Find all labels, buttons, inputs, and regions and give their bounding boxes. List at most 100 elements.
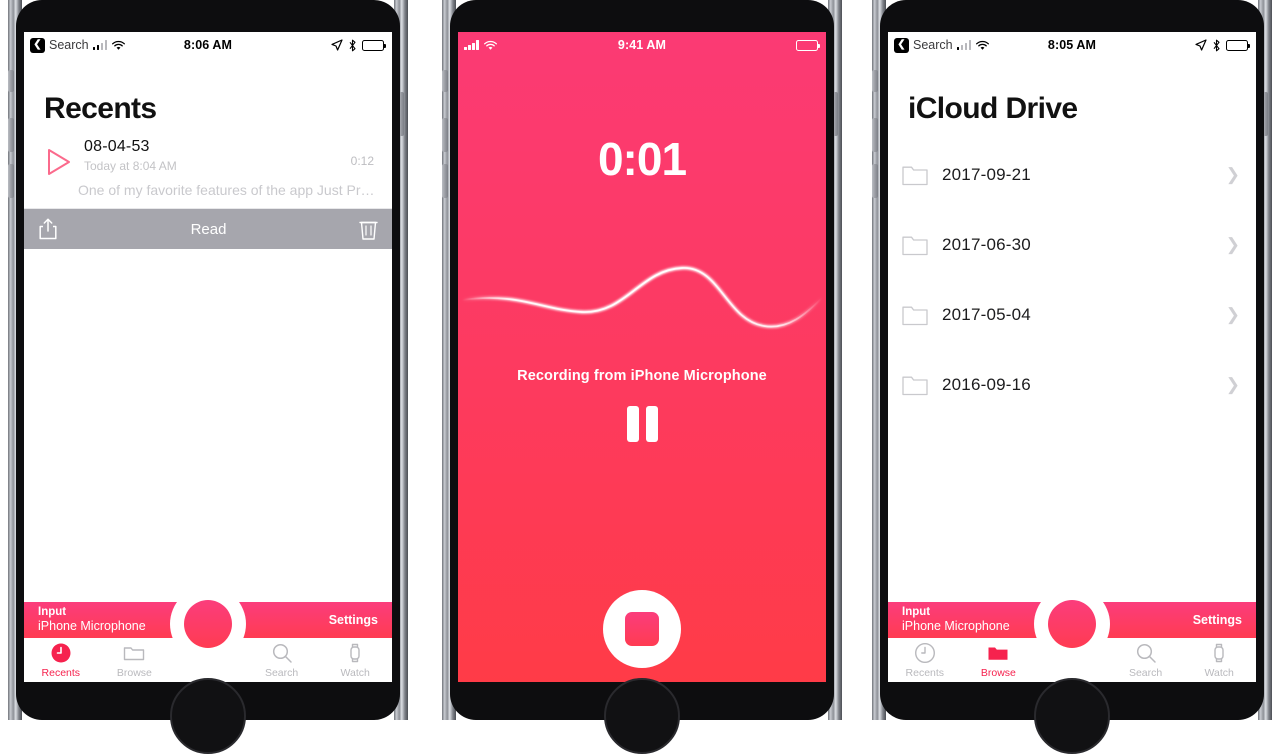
home-button[interactable] xyxy=(1034,678,1110,754)
status-bar: ❮ Search 8:06 AM xyxy=(24,32,392,58)
bluetooth-icon xyxy=(1213,39,1220,51)
read-action-label[interactable]: Read xyxy=(58,221,359,238)
phone-screen-recording: 9:41 AM 0:01 Recording from iPhone Micro… xyxy=(458,32,826,682)
recording-status-text: Recording from iPhone Microphone xyxy=(517,368,767,384)
input-label: Input xyxy=(38,606,67,619)
folder-row[interactable]: 2016-09-16 ❯ xyxy=(888,350,1256,420)
home-button[interactable] xyxy=(170,678,246,754)
tab-watch[interactable]: Watch xyxy=(318,642,392,679)
tab-search-label: Search xyxy=(264,667,299,679)
volume-up-button[interactable] xyxy=(8,118,14,152)
recording-timer: 0:01 xyxy=(597,133,687,185)
record-button[interactable] xyxy=(170,586,246,662)
folder-icon xyxy=(902,166,928,185)
volume-down-button[interactable] xyxy=(872,164,878,198)
input-label: Input xyxy=(902,606,931,619)
share-icon xyxy=(39,218,57,240)
recording-name: 08-04-53 xyxy=(84,138,150,155)
bluetooth-icon xyxy=(349,39,356,51)
location-arrow-icon xyxy=(331,39,343,51)
folder-name: 2017-09-21 xyxy=(942,165,1031,184)
volume-down-button[interactable] xyxy=(8,164,14,198)
volume-up-button[interactable] xyxy=(872,118,878,152)
tab-watch-label: Watch xyxy=(1204,667,1234,679)
status-bar: ❮ Search 8:05 AM xyxy=(888,32,1256,58)
tab-browse-label: Browse xyxy=(980,667,1016,679)
magnifier-icon xyxy=(1136,643,1156,663)
mute-switch[interactable] xyxy=(8,70,14,92)
recording-duration: 0:12 xyxy=(350,154,374,168)
folder-icon xyxy=(988,647,1008,660)
play-triangle-icon xyxy=(48,149,70,175)
tab-search[interactable]: Search xyxy=(1109,642,1183,679)
tab-recents[interactable]: Recents xyxy=(888,642,962,679)
phone-screen-recents: ❮ Search 8:06 AM Recents 08-04-53 Today … xyxy=(24,32,392,682)
bottom-bars: Input iPhone Microphone Settings Recents xyxy=(888,586,1256,682)
stop-button[interactable] xyxy=(603,590,681,668)
battery-icon xyxy=(796,39,820,51)
volume-up-button[interactable] xyxy=(442,118,448,152)
waveform xyxy=(458,258,826,348)
folder-icon xyxy=(902,376,928,395)
phone-recents: ❮ Search 8:06 AM Recents 08-04-53 Today … xyxy=(8,0,408,754)
folder-row[interactable]: 2017-06-30 ❯ xyxy=(888,210,1256,280)
tab-browse[interactable]: Browse xyxy=(962,642,1036,679)
mute-switch[interactable] xyxy=(442,70,448,92)
recording-screen: 9:41 AM 0:01 Recording from iPhone Micro… xyxy=(458,32,826,682)
settings-button[interactable]: Settings xyxy=(1193,613,1242,627)
watch-icon xyxy=(350,643,360,663)
settings-button[interactable]: Settings xyxy=(329,613,378,627)
recording-list-item[interactable]: 08-04-53 Today at 8:04 AM 0:12 xyxy=(24,126,392,176)
phone-browse: ❮ Search 8:05 AM iCloud Drive 2017-09-21… xyxy=(872,0,1272,754)
folder-icon xyxy=(902,306,928,325)
chevron-right-icon: ❯ xyxy=(1225,235,1240,254)
folder-name: 2016-09-16 xyxy=(942,375,1031,394)
volume-down-button[interactable] xyxy=(442,164,448,198)
recording-date: Today at 8:04 AM xyxy=(84,159,177,173)
recording-transcript: One of my favorite features of the app J… xyxy=(24,176,392,209)
tab-browse-label: Browse xyxy=(116,667,152,679)
phone-screen-browse: ❮ Search 8:05 AM iCloud Drive 2017-09-21… xyxy=(888,32,1256,682)
tab-browse[interactable]: Browse xyxy=(98,642,172,679)
record-button-dot xyxy=(1048,600,1096,648)
battery-icon xyxy=(1226,39,1250,51)
pause-bar-right xyxy=(645,406,658,442)
tab-recents[interactable]: Recents xyxy=(24,642,98,679)
input-value: iPhone Microphone xyxy=(38,619,146,634)
folder-name: 2017-05-04 xyxy=(942,305,1031,324)
tab-watch[interactable]: Watch xyxy=(1182,642,1256,679)
record-button-dot xyxy=(184,600,232,648)
tab-search[interactable]: Search xyxy=(245,642,319,679)
folder-row[interactable]: 2017-09-21 ❯ xyxy=(888,140,1256,210)
mute-switch[interactable] xyxy=(872,70,878,92)
pause-bar-left xyxy=(626,406,639,442)
three-phone-showcase: ❮ Search 8:06 AM Recents 08-04-53 Today … xyxy=(0,0,1280,754)
tab-recents-label: Recents xyxy=(905,667,945,679)
trash-icon xyxy=(359,221,378,240)
watch-icon xyxy=(1214,643,1224,663)
chevron-right-icon: ❯ xyxy=(1225,305,1240,324)
home-button[interactable] xyxy=(604,678,680,754)
clock-icon xyxy=(914,642,935,664)
stop-button-square xyxy=(625,612,659,646)
folder-icon xyxy=(124,647,145,661)
tab-watch-label: Watch xyxy=(340,667,370,679)
swipe-action-bar: Read xyxy=(24,209,392,249)
page-title: Recents xyxy=(44,92,157,125)
status-bar: 9:41 AM xyxy=(458,32,826,58)
pause-button[interactable] xyxy=(626,406,658,442)
folder-name: 2017-06-30 xyxy=(942,235,1031,254)
folder-row[interactable]: 2017-05-04 ❯ xyxy=(888,280,1256,350)
chevron-right-icon: ❯ xyxy=(1225,165,1240,184)
clock-icon xyxy=(51,643,71,663)
folder-icon xyxy=(902,236,928,255)
battery-icon xyxy=(362,39,386,51)
phone-recording: 9:41 AM 0:01 Recording from iPhone Micro… xyxy=(442,0,842,754)
location-arrow-icon xyxy=(1195,39,1207,51)
input-value: iPhone Microphone xyxy=(902,619,1010,634)
page-title: iCloud Drive xyxy=(908,92,1078,125)
tab-recents-label: Recents xyxy=(41,667,81,679)
chevron-right-icon: ❯ xyxy=(1225,375,1240,394)
record-button[interactable] xyxy=(1034,586,1110,662)
tab-search-label: Search xyxy=(1128,667,1163,679)
